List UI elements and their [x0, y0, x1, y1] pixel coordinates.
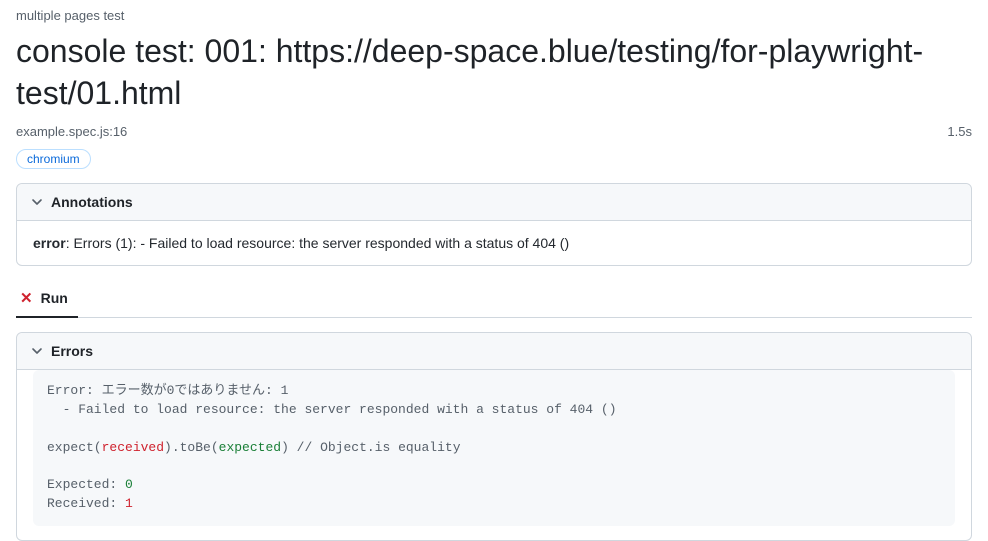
errors-header[interactable]: Errors — [17, 333, 971, 370]
chevron-down-icon — [31, 345, 43, 357]
annotations-panel: Annotations error: Errors (1): - Failed … — [16, 183, 972, 266]
duration: 1.5s — [947, 124, 972, 139]
errors-panel: Errors Error: エラー数が0ではありません: 1 - Failed … — [16, 332, 972, 541]
annotations-body: error: Errors (1): - Failed to load reso… — [17, 221, 971, 265]
browser-chip[interactable]: chromium — [16, 149, 91, 169]
expected-value: 0 — [125, 477, 133, 492]
expected-label: Expected: — [47, 477, 125, 492]
expect-pre: expect( — [47, 440, 102, 455]
error-code-block: Error: エラー数が0ではありません: 1 - Failed to load… — [33, 370, 955, 526]
received-token: received — [102, 440, 164, 455]
fail-icon: ✕ — [20, 291, 33, 306]
chevron-down-icon — [31, 196, 43, 208]
annotations-title: Annotations — [51, 194, 133, 210]
annotations-header[interactable]: Annotations — [17, 184, 971, 221]
error-line-1: Error: エラー数が0ではありません: 1 — [47, 383, 288, 398]
received-label: Received: — [47, 496, 125, 511]
expected-token: expected — [219, 440, 281, 455]
page-title: console test: 001: https://deep-space.bl… — [16, 31, 972, 114]
tab-run-label: Run — [41, 290, 68, 306]
tabs: ✕ Run — [16, 282, 972, 318]
error-line-2: - Failed to load resource: the server re… — [47, 402, 617, 417]
expect-mid: ).toBe( — [164, 440, 219, 455]
annotation-error-text: : Errors (1): - Failed to load resource:… — [66, 235, 569, 251]
breadcrumb: multiple pages test — [16, 8, 972, 23]
errors-title: Errors — [51, 343, 93, 359]
expect-post: ) // Object.is equality — [281, 440, 460, 455]
annotation-error-label: error — [33, 235, 66, 251]
file-location: example.spec.js:16 — [16, 124, 127, 139]
received-value: 1 — [125, 496, 133, 511]
tab-run[interactable]: ✕ Run — [16, 282, 78, 318]
